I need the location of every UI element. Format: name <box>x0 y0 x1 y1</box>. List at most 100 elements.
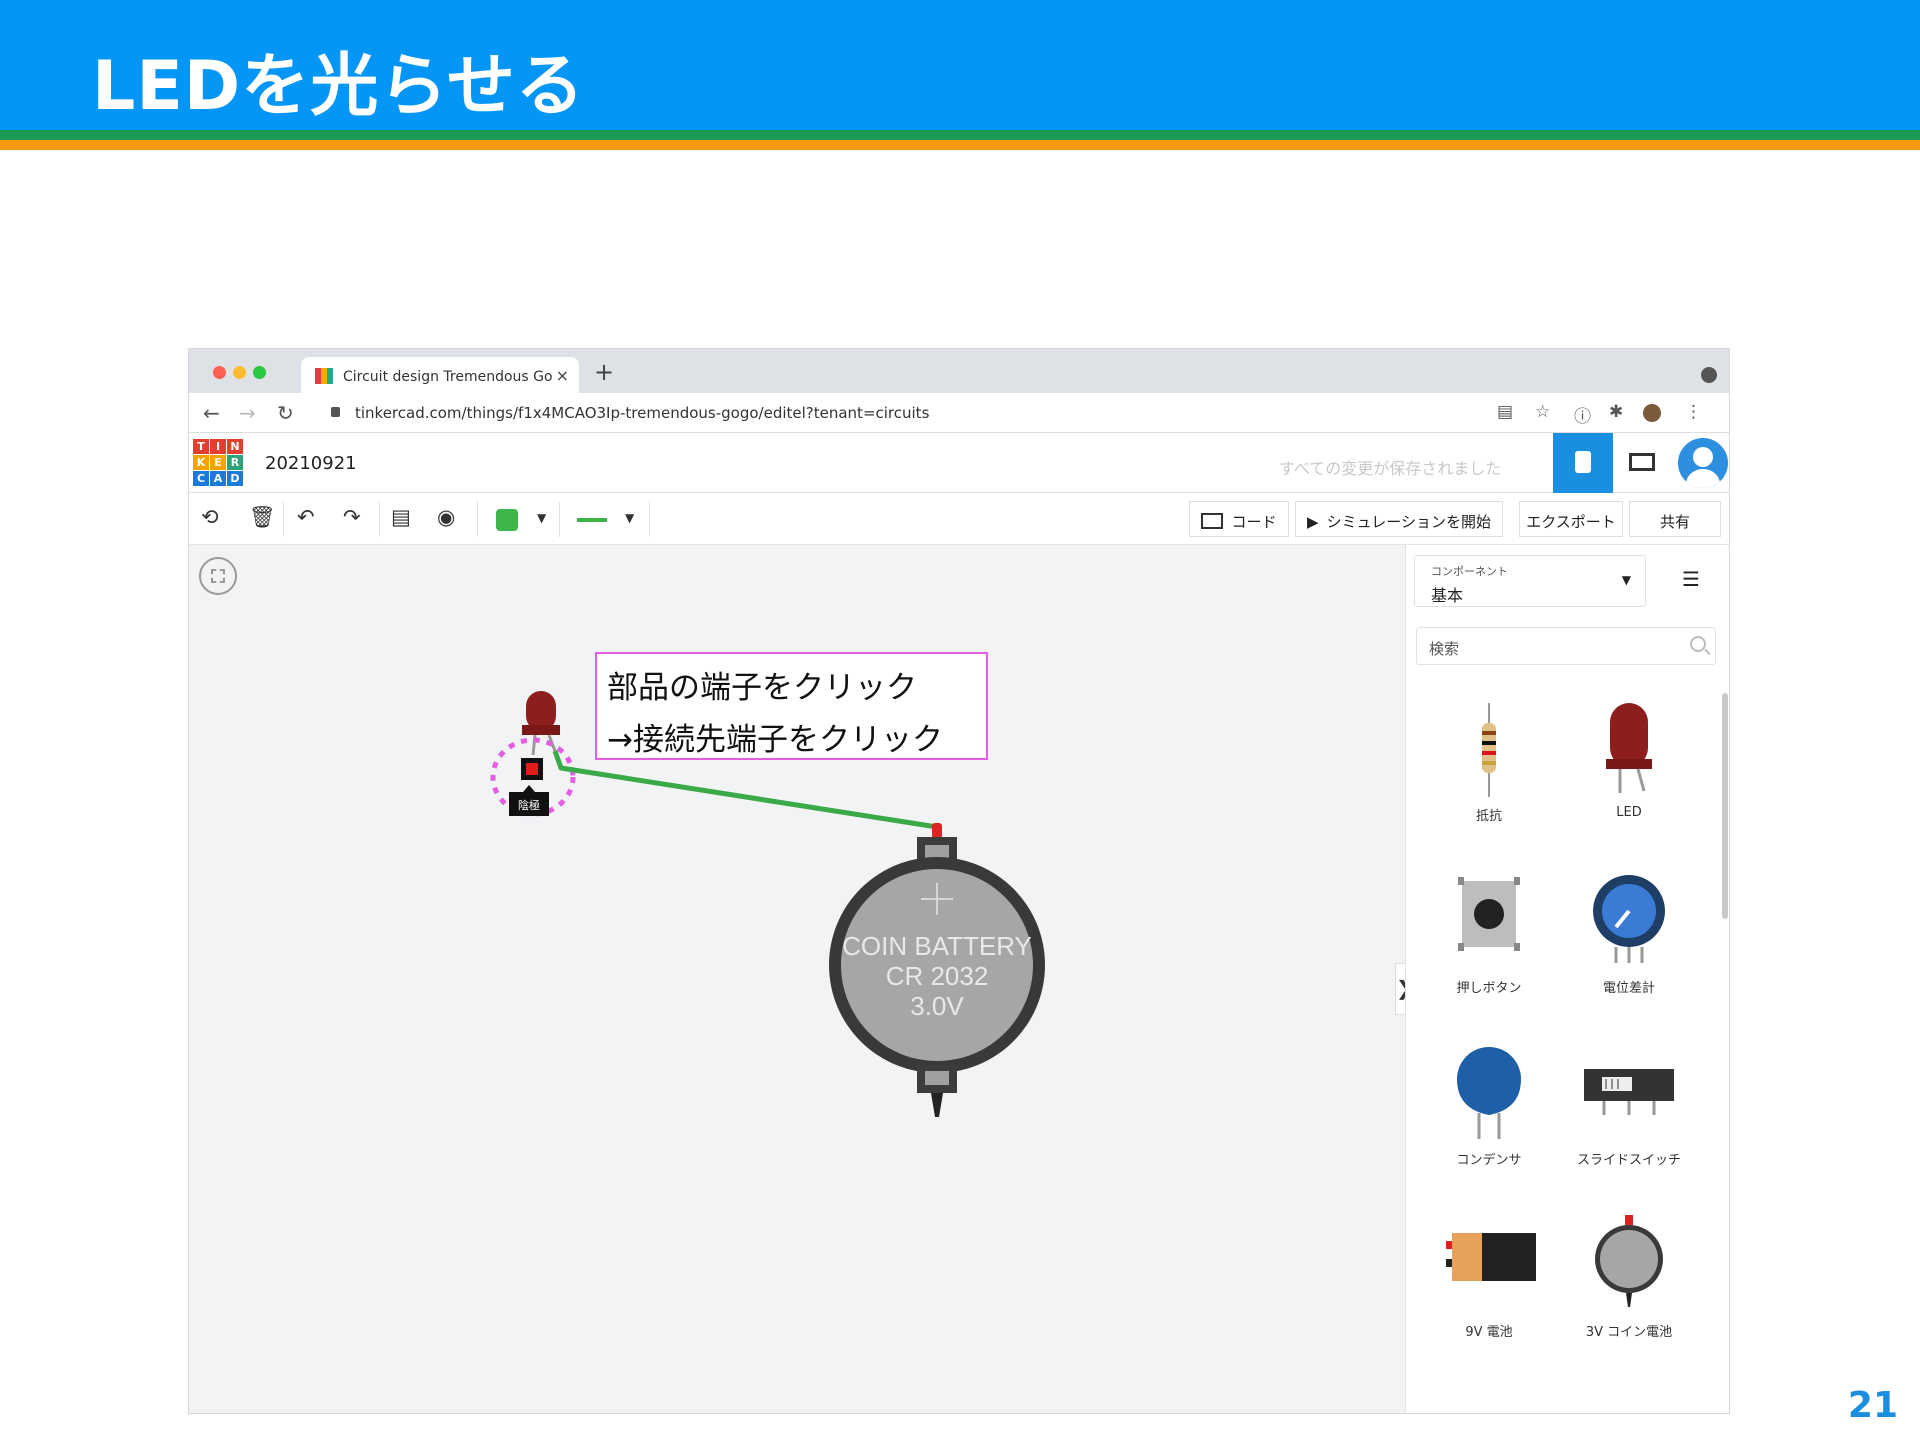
instruction-callout: 部品の端子をクリック →接続先端子をクリック <box>595 652 988 760</box>
tinkercad-favicon-icon <box>315 368 333 384</box>
rotate-icon[interactable]: ⟲ <box>201 505 219 529</box>
header-band-orange <box>0 140 1920 150</box>
terminal-tooltip-pointer <box>523 785 535 792</box>
battery-bottom-clip-inner <box>925 1071 949 1085</box>
component-9v-battery[interactable]: 9V 電池 <box>1424 1211 1554 1361</box>
undo-icon[interactable]: ↶ <box>297 505 315 529</box>
component-category-select[interactable]: コンポーネント 基本 ▼ <box>1414 555 1646 607</box>
toolbar-divider <box>649 501 650 537</box>
component-category-label: コンポーネント <box>1431 565 1508 578</box>
slide-title: LEDを光らせる <box>92 47 585 126</box>
code-icon <box>1201 513 1224 529</box>
logo-letter: D <box>227 471 243 486</box>
logo-letter: R <box>227 455 243 470</box>
component-label: 電位差計 <box>1602 981 1655 996</box>
puzzle-extensions-icon[interactable]: ✱ <box>1609 402 1623 422</box>
translate-icon[interactable]: ▤ <box>1497 402 1513 422</box>
browser-tab[interactable]: Circuit design Tremendous Go × <box>301 357 579 393</box>
battery-negative-terminal <box>931 1093 943 1117</box>
toolbar-divider <box>477 501 478 537</box>
project-name[interactable]: 20210921 <box>265 453 357 474</box>
capacitor-icon <box>1457 1047 1521 1139</box>
toolbar-divider <box>379 501 380 537</box>
led-component[interactable] <box>522 691 560 756</box>
component-search-input[interactable]: 検索 <box>1416 627 1716 665</box>
tinkercad-logo[interactable]: T I N K E R C A D <box>193 439 243 486</box>
minimize-window-dot[interactable] <box>233 366 246 379</box>
wire-color-swatch[interactable] <box>496 509 518 531</box>
search-icon <box>1690 636 1706 652</box>
component-potentiometer[interactable]: 電位差計 <box>1564 867 1694 1017</box>
coin-battery-icon <box>1595 1215 1663 1307</box>
coin-battery-component[interactable]: COIN BATTERY CR 2032 3.0V <box>829 823 1045 1117</box>
terminal-marker-dot <box>526 763 538 775</box>
new-tab-button[interactable]: + <box>594 358 614 386</box>
bookmark-star-icon[interactable]: ☆ <box>1535 402 1550 422</box>
component-pushbutton[interactable]: 押しボタン <box>1424 867 1554 1017</box>
export-button[interactable]: エクスポート <box>1519 501 1623 537</box>
wire-style-icon[interactable] <box>577 518 607 522</box>
maximize-window-dot[interactable] <box>253 366 266 379</box>
battery-label-line2: CR 2032 <box>886 961 989 991</box>
chevron-down-icon[interactable]: ▼ <box>537 511 546 525</box>
potentiometer-icon <box>1593 875 1665 963</box>
back-arrow-icon[interactable]: ← <box>203 401 220 425</box>
component-panel: コンポーネント 基本 ▼ ☰ 検索 抵抗 LED 押しボタン 電位差計 コンデン… <box>1405 545 1729 1413</box>
code-button[interactable]: コード <box>1189 501 1289 537</box>
component-led[interactable]: LED <box>1564 695 1694 845</box>
simulation-button-label: シミュレーションを開始 <box>1326 513 1491 531</box>
battery-label-line1: COIN BATTERY <box>842 931 1032 961</box>
start-simulation-button[interactable]: ▶ シミュレーションを開始 <box>1295 501 1503 537</box>
forward-arrow-icon[interactable]: → <box>239 401 256 425</box>
9v-battery-icon <box>1446 1233 1536 1281</box>
header-band-green <box>0 130 1920 140</box>
notes-icon[interactable]: ▤ <box>391 505 411 529</box>
logo-letter: T <box>193 439 209 454</box>
pushbutton-icon <box>1458 877 1520 951</box>
code-button-label: コード <box>1231 513 1277 531</box>
component-capacitor[interactable]: コンデンサ <box>1424 1039 1554 1189</box>
browser-window: Circuit design Tremendous Go × + ← → ↻ t… <box>188 348 1730 1414</box>
panel-scrollbar[interactable] <box>1722 693 1728 919</box>
component-slide-switch[interactable]: スライドスイッチ <box>1564 1039 1694 1189</box>
chip-icon <box>1575 451 1591 473</box>
led-icon <box>1606 703 1652 793</box>
tab-close-icon[interactable]: × <box>556 366 569 385</box>
chevron-down-icon[interactable]: ▼ <box>625 511 634 525</box>
led-base <box>522 725 560 735</box>
component-label: 9V 電池 <box>1465 1325 1513 1340</box>
terminal-tooltip-label: 陰極 <box>518 798 540 812</box>
component-coin-battery[interactable]: 3V コイン電池 <box>1564 1211 1694 1361</box>
tab-title: Circuit design Tremendous Go <box>343 369 553 385</box>
export-button-label: エクスポート <box>1526 513 1616 531</box>
url-field[interactable]: tinkercad.com/things/f1x4MCAO3Ip-tremend… <box>355 404 929 422</box>
schematic-view-icon[interactable] <box>1629 453 1655 471</box>
browser-menu-icon[interactable]: ⋮ <box>1685 402 1702 422</box>
browser-account-icon[interactable] <box>1701 367 1717 383</box>
delete-trash-icon[interactable]: 🗑 <box>249 505 276 530</box>
component-label: 3V コイン電池 <box>1585 1325 1673 1340</box>
search-placeholder: 検索 <box>1429 640 1460 658</box>
callout-line-2: →接続先端子をクリック <box>607 722 943 758</box>
redo-icon[interactable]: ↷ <box>343 505 361 529</box>
toolbar-divider <box>283 501 284 537</box>
reload-icon[interactable]: ↻ <box>277 401 294 425</box>
circuit-view-button[interactable] <box>1553 433 1613 493</box>
resistor-icon <box>1482 703 1496 797</box>
play-icon: ▶ <box>1307 513 1319 531</box>
close-window-dot[interactable] <box>213 366 226 379</box>
user-avatar[interactable] <box>1678 438 1728 488</box>
list-view-icon[interactable]: ☰ <box>1682 567 1700 591</box>
component-resistor[interactable]: 抵抗 <box>1424 695 1554 845</box>
avatar-body <box>1686 469 1720 488</box>
tab-bar: Circuit design Tremendous Go × + <box>189 349 1729 393</box>
profile-avatar-icon[interactable] <box>1643 404 1661 422</box>
save-status: すべての変更が保存されました <box>1279 459 1502 478</box>
visibility-eye-icon[interactable]: ◉ <box>437 505 455 529</box>
extension-info-icon[interactable]: ⓘ <box>1574 402 1591 427</box>
battery-positive-terminal <box>932 823 942 839</box>
logo-letter: I <box>210 439 226 454</box>
logo-letter: N <box>227 439 243 454</box>
share-button[interactable]: 共有 <box>1629 501 1721 537</box>
avatar-head <box>1693 447 1713 467</box>
